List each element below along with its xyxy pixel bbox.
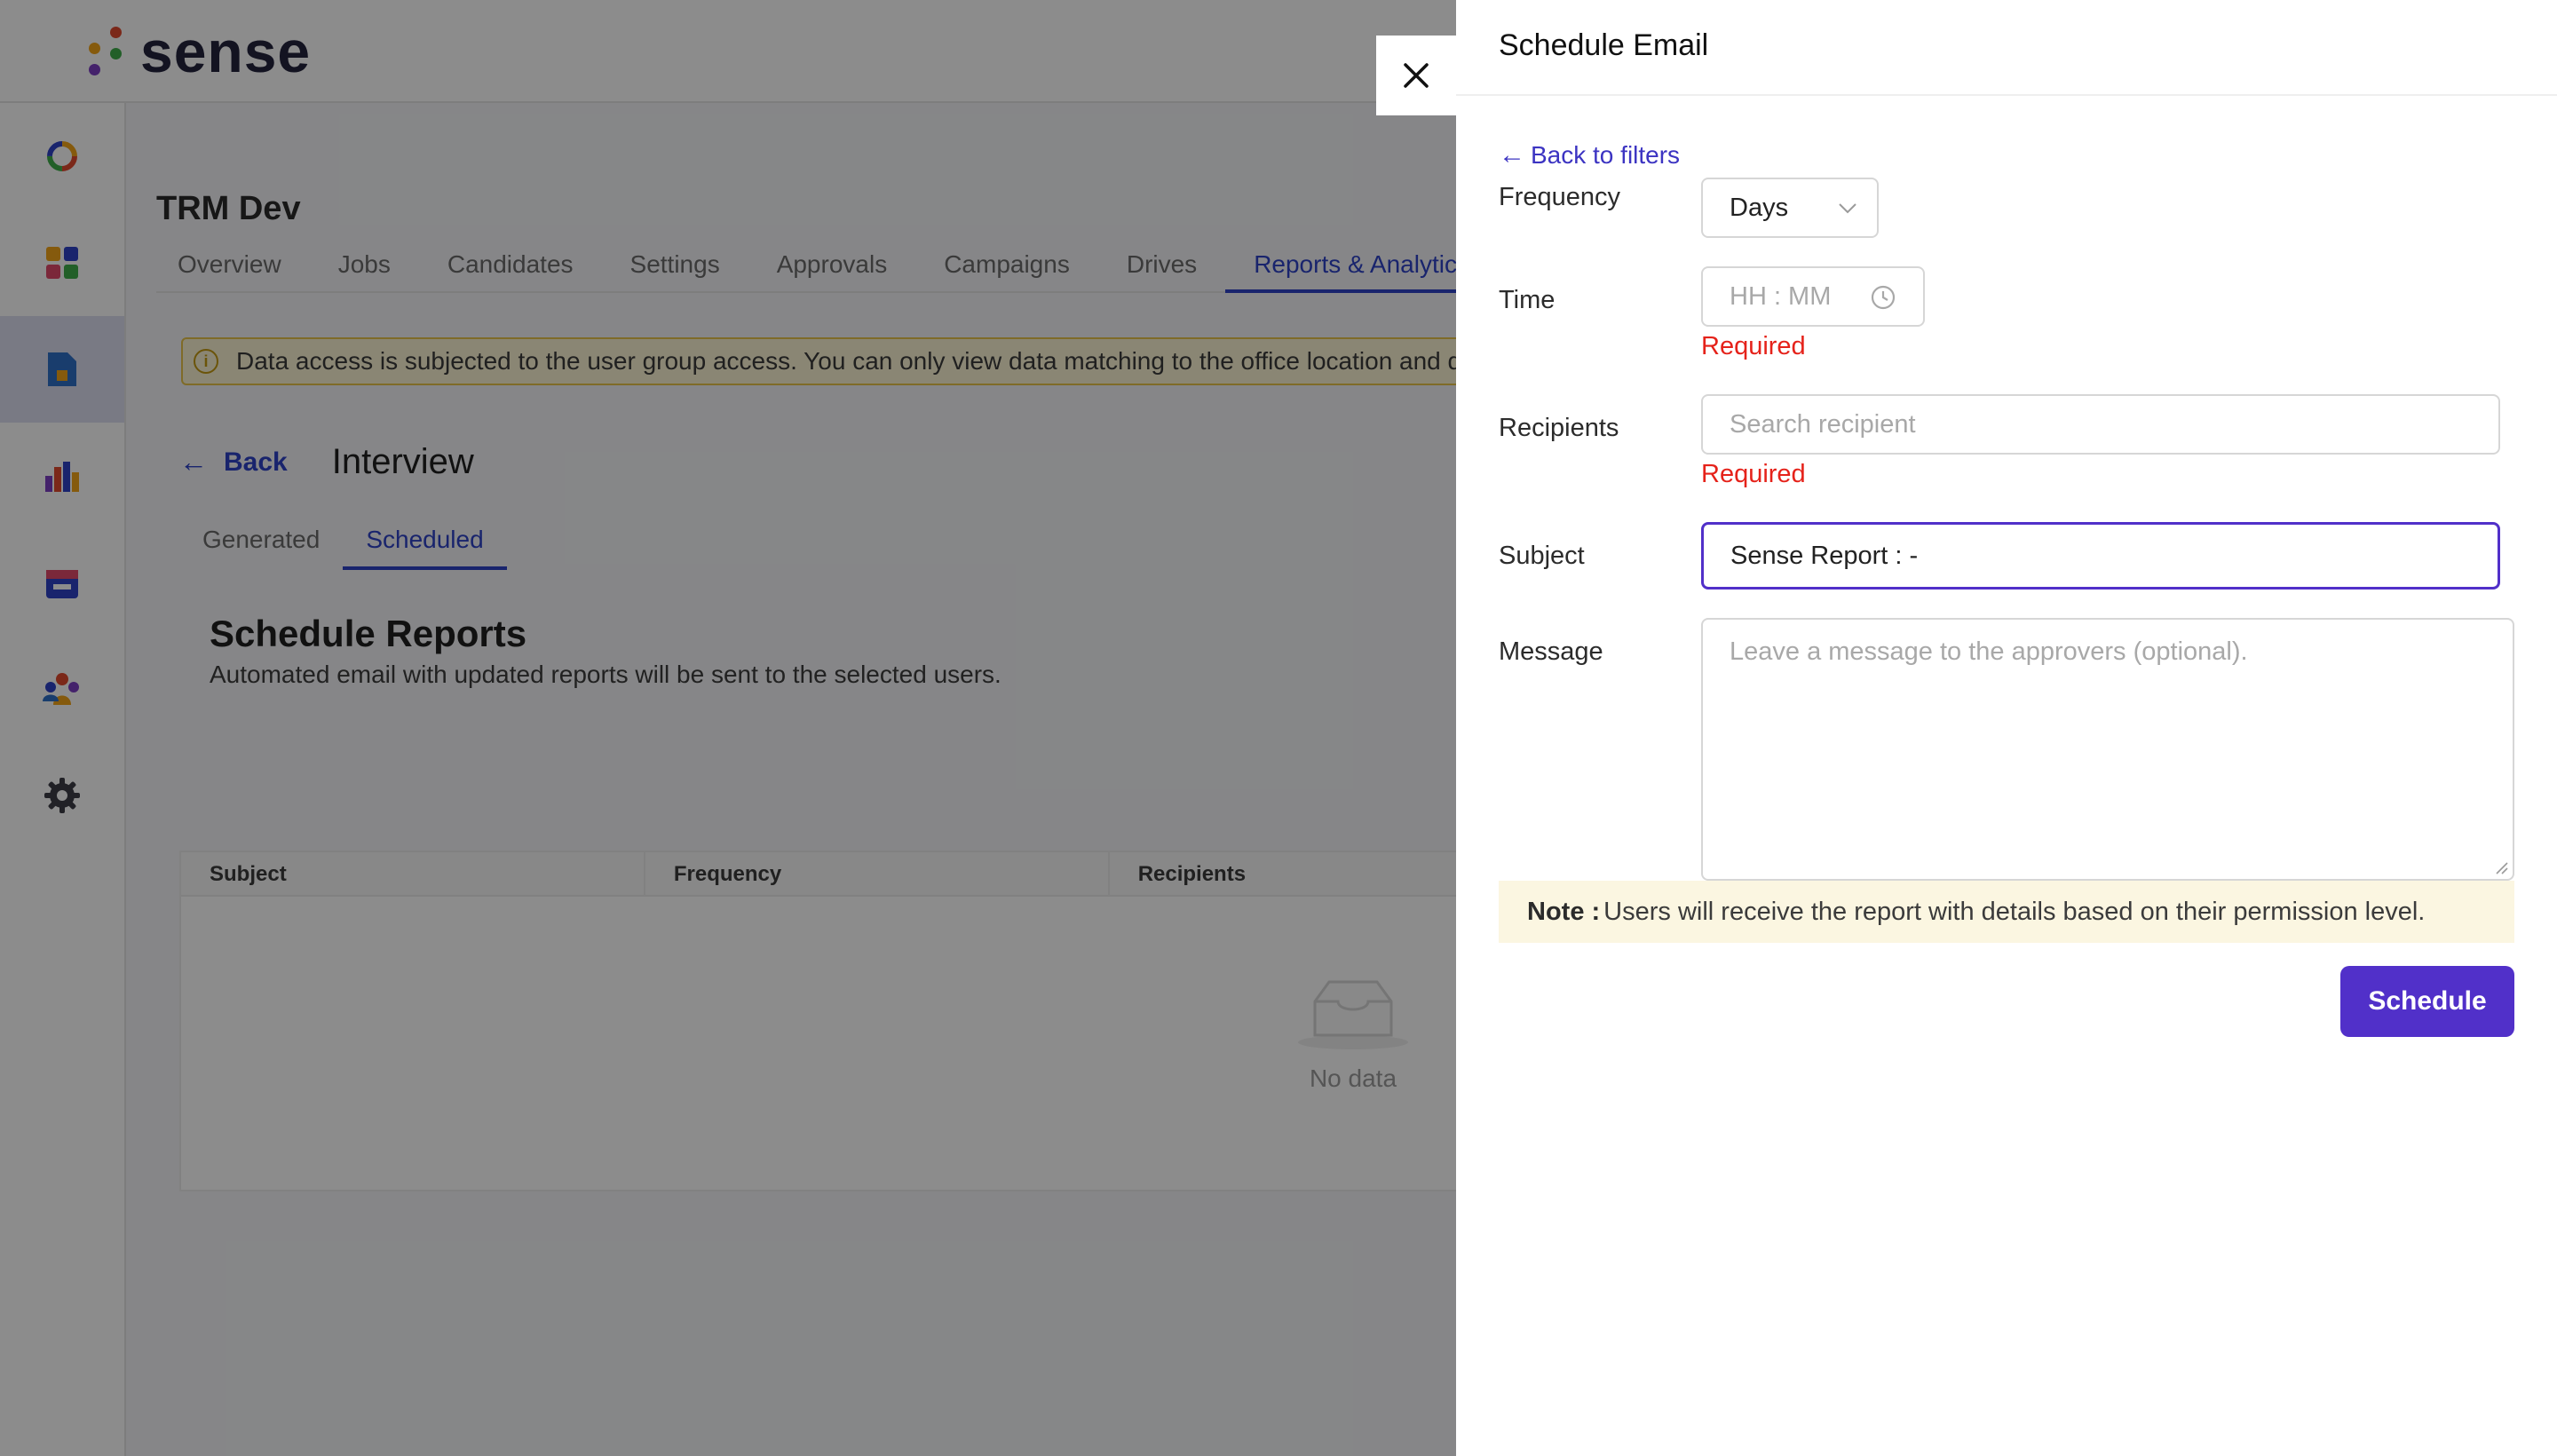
drawer-header: Schedule Email — [1456, 0, 2557, 96]
note-text: Users will receive the report with detai… — [1603, 897, 2426, 926]
time-input[interactable]: HH : MM — [1701, 266, 1925, 327]
time-error: Required — [1701, 332, 1806, 360]
frequency-select[interactable]: Days — [1701, 178, 1879, 238]
subject-value: Sense Report : - — [1730, 541, 1919, 570]
recipients-search-input[interactable]: Search recipient — [1701, 394, 2500, 455]
drawer-title: Schedule Email — [1499, 28, 1709, 62]
clock-icon — [1871, 285, 1896, 310]
recipients-error: Required — [1701, 460, 1806, 488]
frequency-label: Frequency — [1499, 183, 1621, 211]
arrow-left-icon: ← — [1499, 140, 1525, 170]
close-drawer-button[interactable] — [1376, 36, 1456, 115]
permission-note: Note : Users will receive the report wit… — [1499, 881, 2514, 943]
back-to-filters-label: Back to filters — [1531, 141, 1681, 169]
time-placeholder: HH : MM — [1730, 281, 1832, 311]
note-prefix: Note : — [1527, 897, 1601, 926]
time-label: Time — [1499, 286, 1556, 314]
resize-handle-icon[interactable] — [2495, 861, 2509, 875]
subject-input[interactable]: Sense Report : - — [1701, 522, 2500, 590]
schedule-email-drawer: Schedule Email ← Back to filters Frequen… — [1456, 0, 2557, 1456]
subject-label: Subject — [1499, 542, 1585, 570]
recipients-label: Recipients — [1499, 414, 1619, 442]
message-textarea[interactable]: Leave a message to the approvers (option… — [1701, 618, 2514, 881]
recipients-placeholder: Search recipient — [1730, 409, 1916, 439]
message-label: Message — [1499, 637, 1603, 666]
message-placeholder: Leave a message to the approvers (option… — [1730, 637, 2248, 666]
chevron-down-icon — [1839, 203, 1856, 214]
frequency-value: Days — [1730, 193, 1789, 222]
schedule-button[interactable]: Schedule — [2340, 966, 2514, 1037]
back-to-filters-link[interactable]: ← Back to filters — [1499, 140, 1680, 170]
close-icon — [1404, 63, 1429, 88]
